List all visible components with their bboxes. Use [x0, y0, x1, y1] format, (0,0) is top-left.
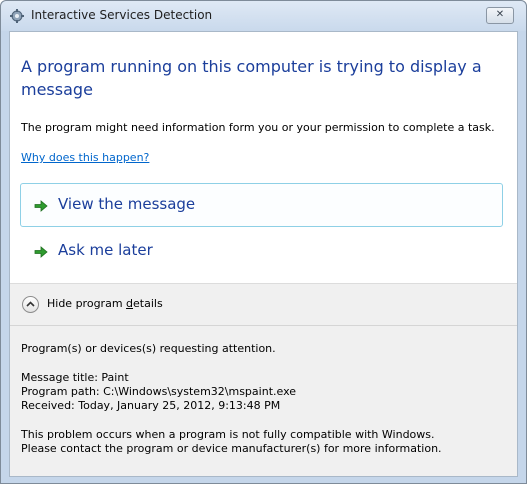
view-message-label: View the message [58, 195, 196, 213]
chevron-up-icon [26, 301, 35, 307]
requesting-text: Program(s) or devices(s) requesting atte… [21, 342, 276, 355]
window-title: Interactive Services Detection [31, 8, 213, 22]
main-instruction: A program running on this computer is tr… [21, 57, 482, 99]
toggle-label-part: etails [133, 297, 163, 310]
why-does-this-happen-link[interactable]: Why does this happen? [21, 151, 149, 164]
ask-me-later-button[interactable]: Ask me later [20, 229, 503, 273]
green-arrow-icon [34, 200, 48, 212]
dialog-window: Interactive Services Detection ✕ A progr… [0, 0, 527, 484]
details-section: Hide program details Program(s) or devic… [10, 283, 517, 476]
problem-text-line1: This problem occurs when a program is no… [21, 428, 435, 441]
message-title-text: Message title: Paint [21, 371, 129, 384]
view-message-button[interactable]: View the message [20, 183, 503, 227]
hide-details-toggle[interactable] [22, 296, 39, 313]
dialog-content: A program running on this computer is tr… [9, 31, 518, 477]
description-text: The program might need information form … [21, 121, 495, 134]
problem-text-line2: Please contact the program or device man… [21, 442, 442, 455]
toggle-label-part: Hide program [47, 297, 127, 310]
ask-me-later-label: Ask me later [58, 241, 153, 259]
services-icon [10, 9, 24, 23]
hide-details-label[interactable]: Hide program details [47, 297, 163, 310]
green-arrow-icon [34, 246, 48, 258]
title-bar[interactable]: Interactive Services Detection ✕ [1, 1, 526, 31]
details-divider [10, 325, 517, 326]
program-path-text: Program path: C:\Windows\system32\mspain… [21, 385, 297, 398]
close-button[interactable]: ✕ [486, 7, 514, 24]
close-icon: ✕ [495, 9, 505, 20]
received-text: Received: Today, January 25, 2012, 9:13:… [21, 399, 281, 412]
toggle-label-accel: d [126, 297, 134, 310]
